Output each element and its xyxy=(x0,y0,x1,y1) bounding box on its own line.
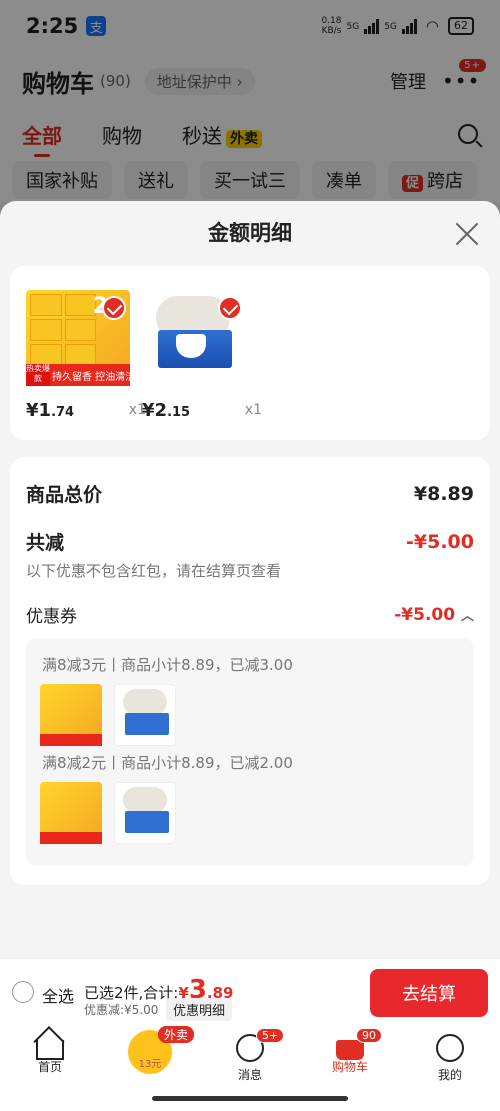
product-item[interactable]: ¥2.15 x1 xyxy=(142,290,262,421)
image-banner-text: 持久留香 控油清洁 xyxy=(52,372,136,383)
product-qty: x1 xyxy=(244,402,262,418)
coupon-detail-box: 满8减3元丨商品小计8.89，已减3.00 满8减2元丨商品小计8.89，已减2… xyxy=(26,638,474,866)
home-icon xyxy=(36,1040,64,1060)
product-card: 2 热卖爆款 持久留香 控油清洁 ¥1.74 x1 ¥2.15 x1 xyxy=(10,266,490,440)
select-all-label[interactable]: 全选 xyxy=(42,983,74,1007)
nav-me[interactable]: 我的 xyxy=(400,1024,500,1111)
product-thumb xyxy=(114,684,176,746)
selected-check-icon xyxy=(102,296,126,320)
checkout-button[interactable]: 去结算 xyxy=(370,969,488,1017)
total-row: 商品总价 ¥8.89 xyxy=(26,480,474,507)
message-badge: 5+ xyxy=(256,1028,285,1043)
coupon-row[interactable]: 优惠券 -¥5.00 ︿ xyxy=(26,602,474,628)
product-price: ¥1.74 xyxy=(26,400,75,421)
discount-detail-button[interactable]: 优惠明细 xyxy=(166,998,233,1021)
discount-text: 优惠减:¥5.00 xyxy=(84,1003,159,1017)
cart-icon xyxy=(336,1040,364,1060)
coupon-label: 优惠券 xyxy=(26,607,77,627)
checkout-bar: 全选 已选2件,合计:¥3.89 优惠减:¥5.00 优惠明细 去结算 xyxy=(0,958,500,1024)
product-item[interactable]: 2 热卖爆款 持久留香 控油清洁 ¥1.74 x1 xyxy=(26,290,146,421)
reduce-value: -¥5.00 xyxy=(406,530,474,553)
takeout-tag: 外卖 xyxy=(158,1026,195,1043)
selected-check-icon xyxy=(218,296,242,320)
sheet-title: 金额明细 xyxy=(208,221,292,245)
product-thumb xyxy=(114,782,176,844)
home-indicator xyxy=(152,1096,348,1101)
cart-badge: 90 xyxy=(356,1028,382,1043)
coupon-line: 满8减3元丨商品小计8.89，已减3.00 xyxy=(42,656,293,674)
product-price: ¥2.15 xyxy=(142,400,191,421)
product-image: 2 热卖爆款 持久留香 控油清洁 xyxy=(26,290,135,386)
select-all-radio[interactable] xyxy=(12,981,34,1003)
reduce-note: 以下优惠不包含红包，请在结算页查看 xyxy=(26,562,282,580)
coupon-line: 满8减2元丨商品小计8.89，已减2.00 xyxy=(42,754,293,772)
nav-home[interactable]: 首页 xyxy=(0,1024,100,1111)
coupon-value: -¥5.00 ︿ xyxy=(394,604,474,625)
total-label: 商品总价 xyxy=(26,484,103,506)
reduce-row: 共减 -¥5.00 xyxy=(26,528,474,555)
product-image xyxy=(142,290,246,386)
user-icon xyxy=(436,1034,464,1062)
close-icon[interactable] xyxy=(454,221,480,247)
image-hot-label: 热卖爆款 xyxy=(26,364,50,386)
product-thumb xyxy=(40,684,102,746)
total-value: ¥8.89 xyxy=(413,482,474,505)
reduce-label: 共减 xyxy=(26,532,65,554)
reduce-note-row: 以下优惠不包含红包，请在结算页查看 xyxy=(26,560,474,581)
product-thumb xyxy=(40,782,102,844)
chevron-up-icon: ︿ xyxy=(460,608,474,624)
